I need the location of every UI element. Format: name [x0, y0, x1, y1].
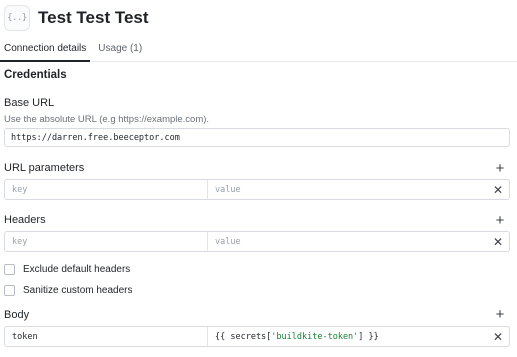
exclude-default-headers-label[interactable]: Exclude default headers — [23, 264, 130, 275]
page-title: Test Test Test — [38, 8, 149, 27]
sanitize-custom-headers-label[interactable]: Sanitize custom headers — [23, 285, 133, 296]
body-value-prefix: {{ secrets[ — [215, 331, 272, 342]
exclude-default-headers-option[interactable]: Exclude default headers — [4, 262, 130, 276]
url-parameter-value-input[interactable]: value — [208, 180, 487, 199]
url-parameter-key-input[interactable]: key — [5, 180, 208, 199]
remove-body-field-close-icon[interactable]: ✕ — [487, 327, 509, 346]
sanitize-custom-headers-option[interactable]: Sanitize custom headers — [4, 283, 133, 297]
base-url-input[interactable]: https://darren.free.beeceptor.com — [4, 128, 510, 147]
add-header-plus-icon[interactable]: + — [493, 213, 507, 228]
page-header: {..} Test Test Test — [4, 3, 149, 33]
body-row: token {{ secrets['buildkite-token'] }} ✕ — [4, 326, 510, 347]
body-key-input[interactable]: token — [5, 327, 208, 346]
tab-usage[interactable]: Usage (1) — [94, 36, 146, 62]
remove-header-close-icon[interactable]: ✕ — [487, 232, 509, 251]
code-braces-icon: {..} — [4, 5, 30, 31]
credentials-heading: Credentials — [4, 69, 67, 81]
body-label: Body — [4, 309, 30, 321]
tab-bar: Connection details Usage (1) — [0, 36, 517, 62]
body-value-suffix: ] }} — [358, 331, 379, 342]
header-row: key value ✕ — [4, 231, 510, 252]
body-value-secret-name: 'buildkite-token' — [271, 331, 359, 342]
header-value-input[interactable]: value — [208, 232, 487, 251]
remove-url-parameter-close-icon[interactable]: ✕ — [487, 180, 509, 199]
base-url-help: Use the absolute URL (e.g https://exampl… — [4, 114, 210, 125]
body-value-input[interactable]: {{ secrets['buildkite-token'] }} — [208, 327, 487, 346]
integration-settings-page: {..} Test Test Test Connection details U… — [0, 0, 517, 357]
headers-label: Headers — [4, 214, 46, 226]
url-parameter-row: key value ✕ — [4, 179, 510, 200]
tab-connection-details[interactable]: Connection details — [0, 36, 91, 62]
add-url-parameter-plus-icon[interactable]: + — [493, 161, 507, 176]
base-url-label: Base URL — [4, 97, 55, 109]
add-body-field-plus-icon[interactable]: + — [493, 307, 507, 322]
url-parameters-label: URL parameters — [4, 162, 85, 174]
sanitize-custom-headers-checkbox[interactable] — [4, 284, 15, 296]
exclude-default-headers-checkbox[interactable] — [4, 263, 15, 275]
header-key-input[interactable]: key — [5, 232, 208, 251]
